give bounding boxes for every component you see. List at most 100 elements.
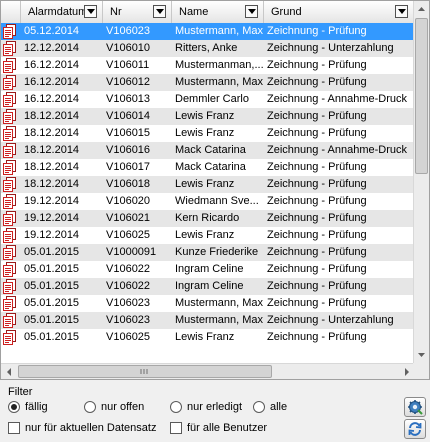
cell-grund: Zeichnung - Annahme-Druck xyxy=(267,93,408,105)
header-alarmdatum[interactable]: Alarmdatum xyxy=(21,1,103,23)
cell-nr: V106013 xyxy=(106,93,151,105)
cell-datum: 05.01.2015 xyxy=(24,331,80,343)
document-alarm-icon xyxy=(3,296,16,311)
table-row[interactable]: 05.01.2015 V106023 Mustermann, Max Zeichnun… xyxy=(1,312,414,329)
cell-datum: 19.12.2014 xyxy=(24,229,80,241)
document-alarm-icon xyxy=(3,41,16,56)
scroll-corner xyxy=(413,363,429,379)
table-row[interactable]: 18.12.2014 V106017 Mack Catarina Zeichnung … xyxy=(1,159,414,176)
header-nr[interactable]: Nr xyxy=(103,1,172,23)
radio-alle-circle[interactable] xyxy=(253,401,265,413)
table-row[interactable]: 05.01.2015 V1000091 Kunze Friederike Zeichn… xyxy=(1,244,414,261)
radio-nur-offen-circle[interactable] xyxy=(84,401,96,413)
cell-datum: 19.12.2014 xyxy=(24,212,80,224)
table-row[interactable]: 16.12.2014 V106012 Mustermann, Max Zeichnun… xyxy=(1,74,414,91)
table-row[interactable]: 18.12.2014 V106018 Lewis Franz Zeichnung - … xyxy=(1,176,414,193)
cell-name: Ritters, Anke xyxy=(175,42,238,54)
table-row[interactable]: 18.12.2014 V106016 Mack Catarina Zeichnung … xyxy=(1,142,414,159)
header-name[interactable]: Name xyxy=(172,1,264,23)
cell-nr: V106018 xyxy=(106,178,151,190)
checkbox-alle-benutzer-box[interactable] xyxy=(170,422,182,434)
cell-nr: V106023 xyxy=(106,25,151,37)
header-grund-label: Grund xyxy=(271,6,302,18)
table-row[interactable]: 16.12.2014 V106013 Demmler Carlo Zeichnung … xyxy=(1,91,414,108)
table-row[interactable]: 12.12.2014 V106010 Ritters, Anke Zeichnung … xyxy=(1,40,414,57)
table-row[interactable]: 05.01.2015 V106023 Mustermann, Max Zeichnun… xyxy=(1,295,414,312)
document-alarm-icon xyxy=(3,194,16,209)
cell-nr: V106022 xyxy=(106,263,151,275)
scroll-down-icon[interactable] xyxy=(414,347,429,363)
document-alarm-icon xyxy=(3,211,16,226)
table-row[interactable]: 05.01.2015 V106022 Ingram Celine Zeichnung … xyxy=(1,278,414,295)
cell-grund: Zeichnung - Annahme-Druck xyxy=(267,144,408,156)
settings-button[interactable] xyxy=(404,397,426,417)
table-row[interactable]: 05.01.2015 V106022 Ingram Celine Zeichnung … xyxy=(1,261,414,278)
table-row[interactable]: 18.12.2014 V106014 Lewis Franz Zeichnung - … xyxy=(1,108,414,125)
nr-filter-dropdown-icon[interactable] xyxy=(153,5,166,18)
table-row[interactable]: 19.12.2014 V106025 Lewis Franz Zeichnung - … xyxy=(1,227,414,244)
checkbox-aktueller-datensatz-label[interactable]: nur für aktuellen Datensatz xyxy=(25,421,156,435)
table-row[interactable]: 16.12.2014 V106011 Mustermanman,... Zeichnu… xyxy=(1,57,414,74)
table-row[interactable]: 18.12.2014 V106015 Lewis Franz Zeichnung - … xyxy=(1,125,414,142)
radio-faellig-label[interactable]: fällig xyxy=(25,400,48,414)
header-grund[interactable]: Grund xyxy=(264,1,414,23)
document-alarm-icon xyxy=(3,177,16,192)
scroll-up-icon[interactable] xyxy=(414,1,429,17)
cell-datum: 18.12.2014 xyxy=(24,161,80,173)
cell-grund: Zeichnung - Prüfung xyxy=(267,178,367,190)
cell-grund: Zeichnung - Prüfung xyxy=(267,76,367,88)
cell-name: Mustermanman,... xyxy=(175,59,263,71)
alarm-grid[interactable]: Alarmdatum Nr Name Grund 05.12.2014 V1060… xyxy=(0,0,430,380)
document-alarm-icon xyxy=(3,228,16,243)
document-alarm-icon xyxy=(3,92,16,107)
radio-nur-erledigt-label[interactable]: nur erledigt xyxy=(187,400,242,414)
filter-label: Filter xyxy=(8,386,33,398)
name-filter-dropdown-icon[interactable] xyxy=(245,5,258,18)
checkbox-alle-benutzer-label[interactable]: für alle Benutzer xyxy=(187,421,267,435)
cell-grund: Zeichnung - Prüfung xyxy=(267,246,367,258)
horizontal-scroll-thumb[interactable] xyxy=(18,365,272,378)
document-alarm-icon xyxy=(3,109,16,124)
radio-faellig-circle[interactable] xyxy=(8,401,20,413)
header-name-label: Name xyxy=(179,6,209,18)
cell-nr: V106021 xyxy=(106,212,151,224)
table-row[interactable]: 05.12.2014 V106023 Mustermann, Max Zeichnun… xyxy=(1,23,414,40)
table-row[interactable]: 19.12.2014 V106020 Wiedmann Sve... Zeichnun… xyxy=(1,193,414,210)
table-row[interactable]: 05.01.2015 V106025 Lewis Franz Zeichnung - … xyxy=(1,329,414,346)
cell-nr: V106023 xyxy=(106,314,151,326)
cell-name: Mustermann, Max xyxy=(175,297,263,309)
cell-name: Mack Catarina xyxy=(175,144,246,156)
cell-nr: V106010 xyxy=(106,42,151,54)
cell-nr: V106015 xyxy=(106,127,151,139)
document-alarm-icon xyxy=(3,313,16,328)
cell-datum: 05.01.2015 xyxy=(24,314,80,326)
table-row[interactable]: 19.12.2014 V106021 Kern Ricardo Zeichnung -… xyxy=(1,210,414,227)
radio-nur-offen-label[interactable]: nur offen xyxy=(101,400,144,414)
scroll-left-icon[interactable] xyxy=(1,364,16,379)
grund-filter-dropdown-icon[interactable] xyxy=(395,5,408,18)
cell-name: Kunze Friederike xyxy=(175,246,259,258)
cell-datum: 05.12.2014 xyxy=(24,25,80,37)
cell-grund: Zeichnung - Prüfung xyxy=(267,280,367,292)
cell-grund: Zeichnung - Prüfung xyxy=(267,212,367,224)
scroll-right-icon[interactable] xyxy=(399,364,414,379)
document-alarm-icon xyxy=(3,143,16,158)
radio-nur-erledigt-circle[interactable] xyxy=(170,401,182,413)
cell-datum: 18.12.2014 xyxy=(24,144,80,156)
cell-name: Ingram Celine xyxy=(175,280,244,292)
cell-datum: 18.12.2014 xyxy=(24,127,80,139)
grip-icon xyxy=(140,369,148,374)
cell-name: Mustermann, Max xyxy=(175,314,263,326)
refresh-icon xyxy=(408,422,422,436)
document-alarm-icon xyxy=(3,262,16,277)
cell-nr: V106016 xyxy=(106,144,151,156)
refresh-button[interactable] xyxy=(404,419,426,439)
horizontal-scrollbar[interactable] xyxy=(1,363,414,379)
cell-nr: V106023 xyxy=(106,297,151,309)
vertical-scrollbar[interactable] xyxy=(413,1,429,363)
gear-settings-icon xyxy=(408,400,423,415)
radio-alle-label[interactable]: alle xyxy=(270,400,287,414)
vertical-scroll-thumb[interactable] xyxy=(415,18,428,174)
alarmdatum-filter-dropdown-icon[interactable] xyxy=(84,5,97,18)
checkbox-aktueller-datensatz-box[interactable] xyxy=(8,422,20,434)
